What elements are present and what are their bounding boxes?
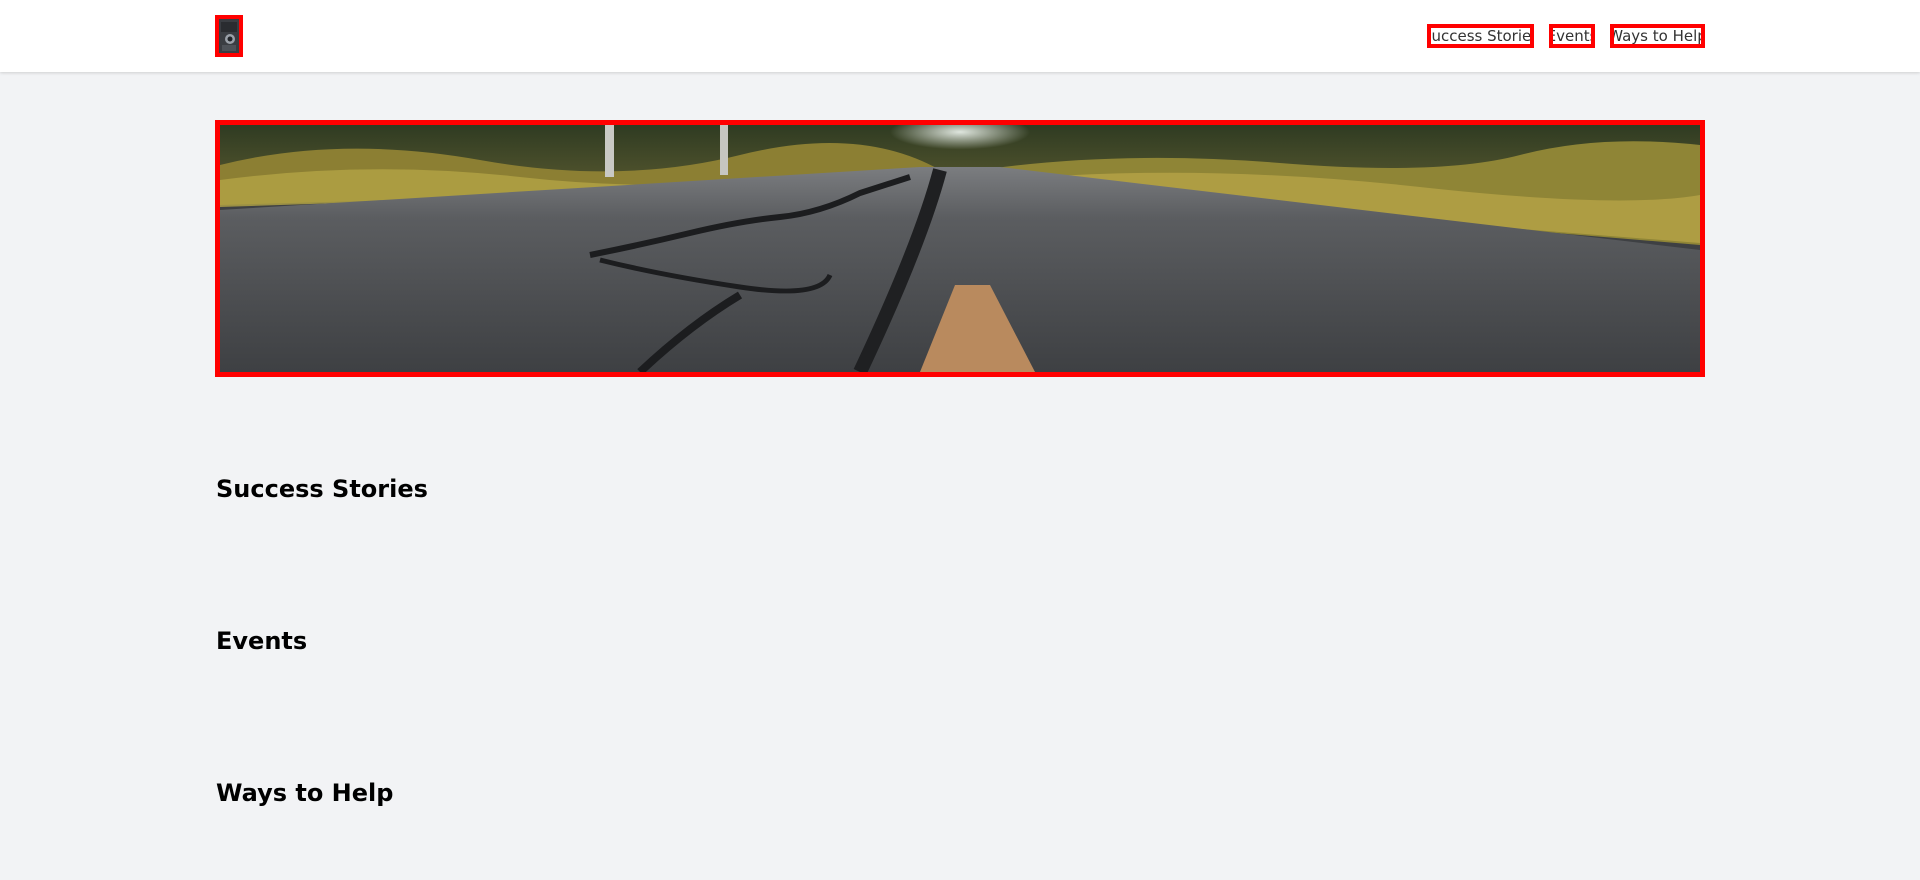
avatar-portrait-icon	[219, 19, 239, 53]
site-header: Success Stories Events Ways to Help	[0, 0, 1920, 72]
hero-banner	[215, 120, 1705, 377]
nav-link-events[interactable]: Events	[1549, 24, 1595, 48]
nav-link-success-stories[interactable]: Success Stories	[1427, 24, 1534, 48]
section-title-ways-to-help: Ways to Help	[216, 779, 394, 807]
logo-link[interactable]	[215, 15, 243, 57]
section-title-events: Events	[216, 627, 308, 655]
nav-link-ways-to-help[interactable]: Ways to Help	[1610, 24, 1705, 48]
road-photo	[220, 125, 1700, 372]
section-title-success-stories: Success Stories	[216, 475, 428, 503]
